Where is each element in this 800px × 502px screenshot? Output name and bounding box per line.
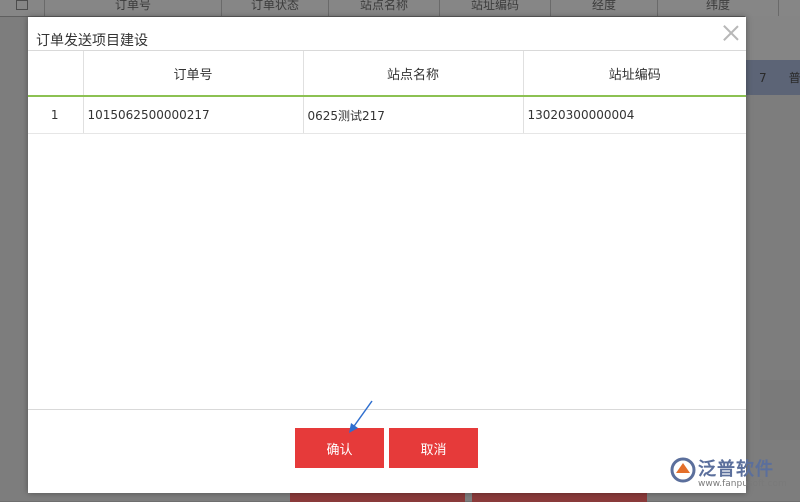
cancel-button[interactable]: 取消 (389, 428, 478, 468)
background-col-latitude: 纬度 (658, 0, 779, 16)
table-row[interactable]: 1 1015062500000217 0625测试217 13020300000… (28, 96, 746, 134)
cell-site-name: 0625测试217 (303, 96, 524, 134)
col-header-order-no[interactable]: 订单号 (83, 51, 304, 97)
brand-mark-icon (670, 457, 696, 483)
brand-url: www.fanpusoft.com (698, 479, 787, 489)
cell-site-code: 13020300000004 (523, 96, 746, 134)
dialog-buttons: 确认 取消 (28, 428, 746, 468)
background-row-value: 7 (759, 70, 767, 85)
checkbox-icon (16, 0, 28, 10)
order-table: 订单号 站点名称 站址编码 1 1015062500000217 0625测试2… (28, 51, 746, 134)
background-panel (745, 16, 800, 60)
send-order-dialog: 订单发送项目建设 订单号 站点名称 站址编码 1 101506250000021… (28, 17, 746, 493)
col-header-site-code[interactable]: 站址编码 (523, 51, 746, 97)
pointer-arrow-icon (349, 400, 373, 433)
background-row-value: 普 (788, 71, 800, 85)
brand-logo: 泛普软件 www.fanpusoft.com (668, 455, 798, 495)
background-select-all (0, 0, 45, 16)
order-grid: 订单号 站点名称 站址编码 1 1015062500000217 0625测试2… (28, 50, 746, 410)
background-col-order: 订单号 (45, 0, 222, 16)
col-header-site-name[interactable]: 站点名称 (303, 51, 524, 97)
cell-index: 1 (28, 96, 84, 134)
background-row: 7 普 (745, 60, 800, 95)
brand-name: 泛普软件 (698, 459, 774, 480)
background-table-header: 订单号 订单状态 站点名称 站址编码 经度 纬度 (0, 0, 800, 17)
background-col-code: 站址编码 (440, 0, 551, 16)
close-icon[interactable] (722, 23, 740, 41)
col-header-index (28, 51, 84, 97)
background-panel (760, 380, 800, 440)
dialog-title: 订单发送项目建设 (36, 33, 148, 49)
table-header-row: 订单号 站点名称 站址编码 (28, 51, 746, 97)
background-col-longitude: 经度 (551, 0, 658, 16)
background-col-status: 订单状态 (222, 0, 329, 16)
cell-order-no: 1015062500000217 (83, 96, 304, 134)
background-col-site: 站点名称 (329, 0, 440, 16)
